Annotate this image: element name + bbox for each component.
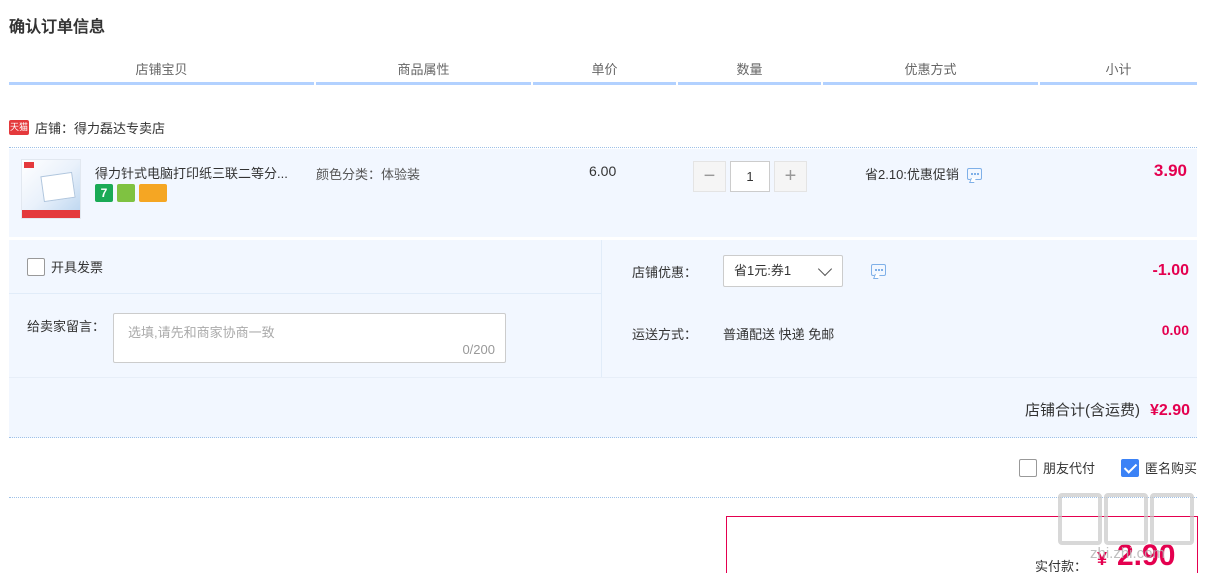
invoice-checkbox[interactable] (27, 257, 45, 276)
shipping-method: 普通配送 快递 免邮 (723, 327, 835, 342)
anonymous-checkbox[interactable] (1120, 458, 1139, 477)
shop-discount-amount: -1.00 (1152, 262, 1189, 279)
paper-icon (40, 171, 76, 203)
friend-pay-label: 朋友代付 (1042, 461, 1095, 476)
order-item-row: 得力针式电脑打印纸三联二等分... 7 颜色分类：体验装 6.00 − + 省2… (9, 149, 1197, 237)
seven-day-return-icon: 7 (95, 184, 113, 202)
friend-pay-checkbox[interactable] (1018, 458, 1037, 477)
chat-icon[interactable] (871, 264, 886, 276)
quantity-stepper: − + (693, 161, 807, 192)
shop-total-value: ¥2.90 (1149, 402, 1190, 419)
brand-logo-icon (24, 162, 34, 168)
column-header-quantity: 数量 (678, 60, 821, 85)
shop-discount-label: 店铺优惠： (632, 265, 698, 280)
divider (9, 293, 602, 294)
message-label: 给卖家留言： (27, 319, 106, 334)
promotion-text: 省2.10:优惠促销 (865, 167, 959, 182)
service-badges: 7 (95, 184, 167, 202)
pay-amount: 2.90 (1117, 539, 1176, 572)
message-placeholder: 选填,请先和商家协商一致 (128, 325, 275, 340)
shipping-label: 运送方式： (632, 327, 698, 342)
credit-card-icon (139, 184, 167, 202)
column-headers: 店铺宝贝 商品属性 单价 数量 优惠方式 小计 (9, 60, 1197, 85)
shop-line: 天猫 店铺：得力磊达专卖店 (9, 117, 165, 137)
unit-price: 6.00 (589, 163, 617, 179)
coupon-select-value: 省1元:券1 (734, 263, 792, 278)
friend-pay-option[interactable]: 朋友代付 (1018, 458, 1095, 477)
anonymous-option[interactable]: 匿名购买 (1120, 458, 1197, 477)
coupon-select[interactable]: 省1元:券1 (723, 255, 843, 287)
column-header-price: 单价 (533, 60, 676, 85)
product-title[interactable]: 得力针式电脑打印纸三联二等分... (95, 163, 311, 182)
order-options-panel: 开具发票 给卖家留言： 选填,请先和商家协商一致 0/200 店铺优惠： 省1元… (9, 240, 1197, 438)
thumbnail-strip (22, 210, 80, 218)
tmall-icon: 天猫 (9, 119, 29, 135)
shipping-amount: 0.00 (1161, 322, 1189, 338)
quantity-decrease-button[interactable]: − (693, 161, 726, 192)
column-header-item: 店铺宝贝 (9, 60, 314, 85)
payment-summary: 实付款： ¥ 2.90 (726, 516, 1198, 573)
promotion: 省2.10:优惠促销 (865, 164, 982, 183)
column-header-attr: 商品属性 (316, 60, 531, 85)
payment-options: 朋友代付 匿名购买 (1018, 458, 1197, 477)
anonymous-label: 匿名购买 (1144, 461, 1197, 476)
invoice-option[interactable]: 开具发票 (27, 257, 103, 276)
message-textarea[interactable]: 选填,请先和商家协商一致 0/200 (113, 313, 506, 363)
pay-label: 实付款： (1035, 559, 1088, 573)
column-header-discount: 优惠方式 (823, 60, 1038, 85)
chat-icon[interactable] (966, 167, 982, 180)
divider (9, 497, 1197, 498)
shop-total: 店铺合计(含运费) ¥2.90 (1025, 399, 1190, 420)
chevron-down-icon (817, 261, 833, 277)
divider (9, 377, 1197, 378)
item-subtotal: 3.90 (1153, 161, 1187, 180)
quantity-input[interactable] (730, 161, 770, 192)
product-thumbnail[interactable] (21, 159, 81, 219)
page-title: 确认订单信息 (9, 19, 106, 36)
quantity-increase-button[interactable]: + (774, 161, 807, 192)
invoice-label: 开具发票 (51, 260, 104, 275)
currency-symbol: ¥ (1097, 549, 1108, 569)
divider (9, 147, 1197, 148)
shop-total-label: 店铺合计(含运费) (1024, 402, 1140, 419)
message-counter: 0/200 (462, 342, 495, 357)
guarantee-icon (117, 184, 135, 202)
column-header-subtotal: 小计 (1040, 60, 1197, 85)
product-attribute: 颜色分类：体验装 (316, 167, 421, 182)
shop-name[interactable]: 店铺：得力磊达专卖店 (35, 118, 165, 137)
